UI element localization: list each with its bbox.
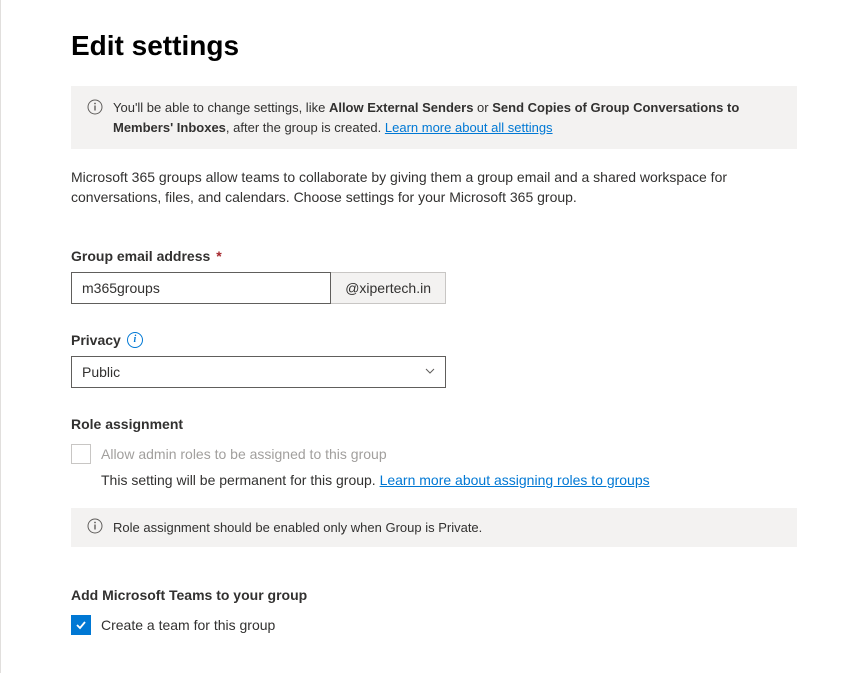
page-description: Microsoft 365 groups allow teams to coll… xyxy=(71,167,797,208)
allow-admin-roles-checkbox xyxy=(71,444,91,464)
role-assignment-note: Role assignment should be enabled only w… xyxy=(71,508,797,547)
group-email-input[interactable] xyxy=(71,272,331,304)
teams-heading: Add Microsoft Teams to your group xyxy=(71,587,797,603)
privacy-field: Privacy i Public xyxy=(71,332,797,388)
allow-admin-roles-label: Allow admin roles to be assigned to this… xyxy=(101,446,387,462)
privacy-info-icon[interactable]: i xyxy=(127,332,143,348)
role-assignment-section: Role assignment Allow admin roles to be … xyxy=(71,416,797,547)
info-banner-text: You'll be able to change settings, like … xyxy=(113,98,781,137)
privacy-select[interactable]: Public xyxy=(71,356,446,388)
group-email-label: Group email address * xyxy=(71,248,797,264)
group-email-field: Group email address * @xipertech.in xyxy=(71,248,797,304)
teams-section: Add Microsoft Teams to your group Create… xyxy=(71,587,797,635)
create-team-label: Create a team for this group xyxy=(101,617,275,633)
info-banner: You'll be able to change settings, like … xyxy=(71,86,797,149)
learn-more-roles-link[interactable]: Learn more about assigning roles to grou… xyxy=(380,472,650,488)
learn-more-settings-link[interactable]: Learn more about all settings xyxy=(385,120,553,135)
privacy-label: Privacy i xyxy=(71,332,797,348)
role-assignment-heading: Role assignment xyxy=(71,416,797,432)
info-icon xyxy=(87,99,103,137)
role-assignment-help: This setting will be permanent for this … xyxy=(101,472,797,488)
group-email-domain: @xipertech.in xyxy=(331,272,446,304)
role-assignment-note-text: Role assignment should be enabled only w… xyxy=(113,520,482,535)
page-title: Edit settings xyxy=(71,30,797,62)
required-indicator: * xyxy=(216,248,221,264)
info-icon xyxy=(87,518,103,537)
